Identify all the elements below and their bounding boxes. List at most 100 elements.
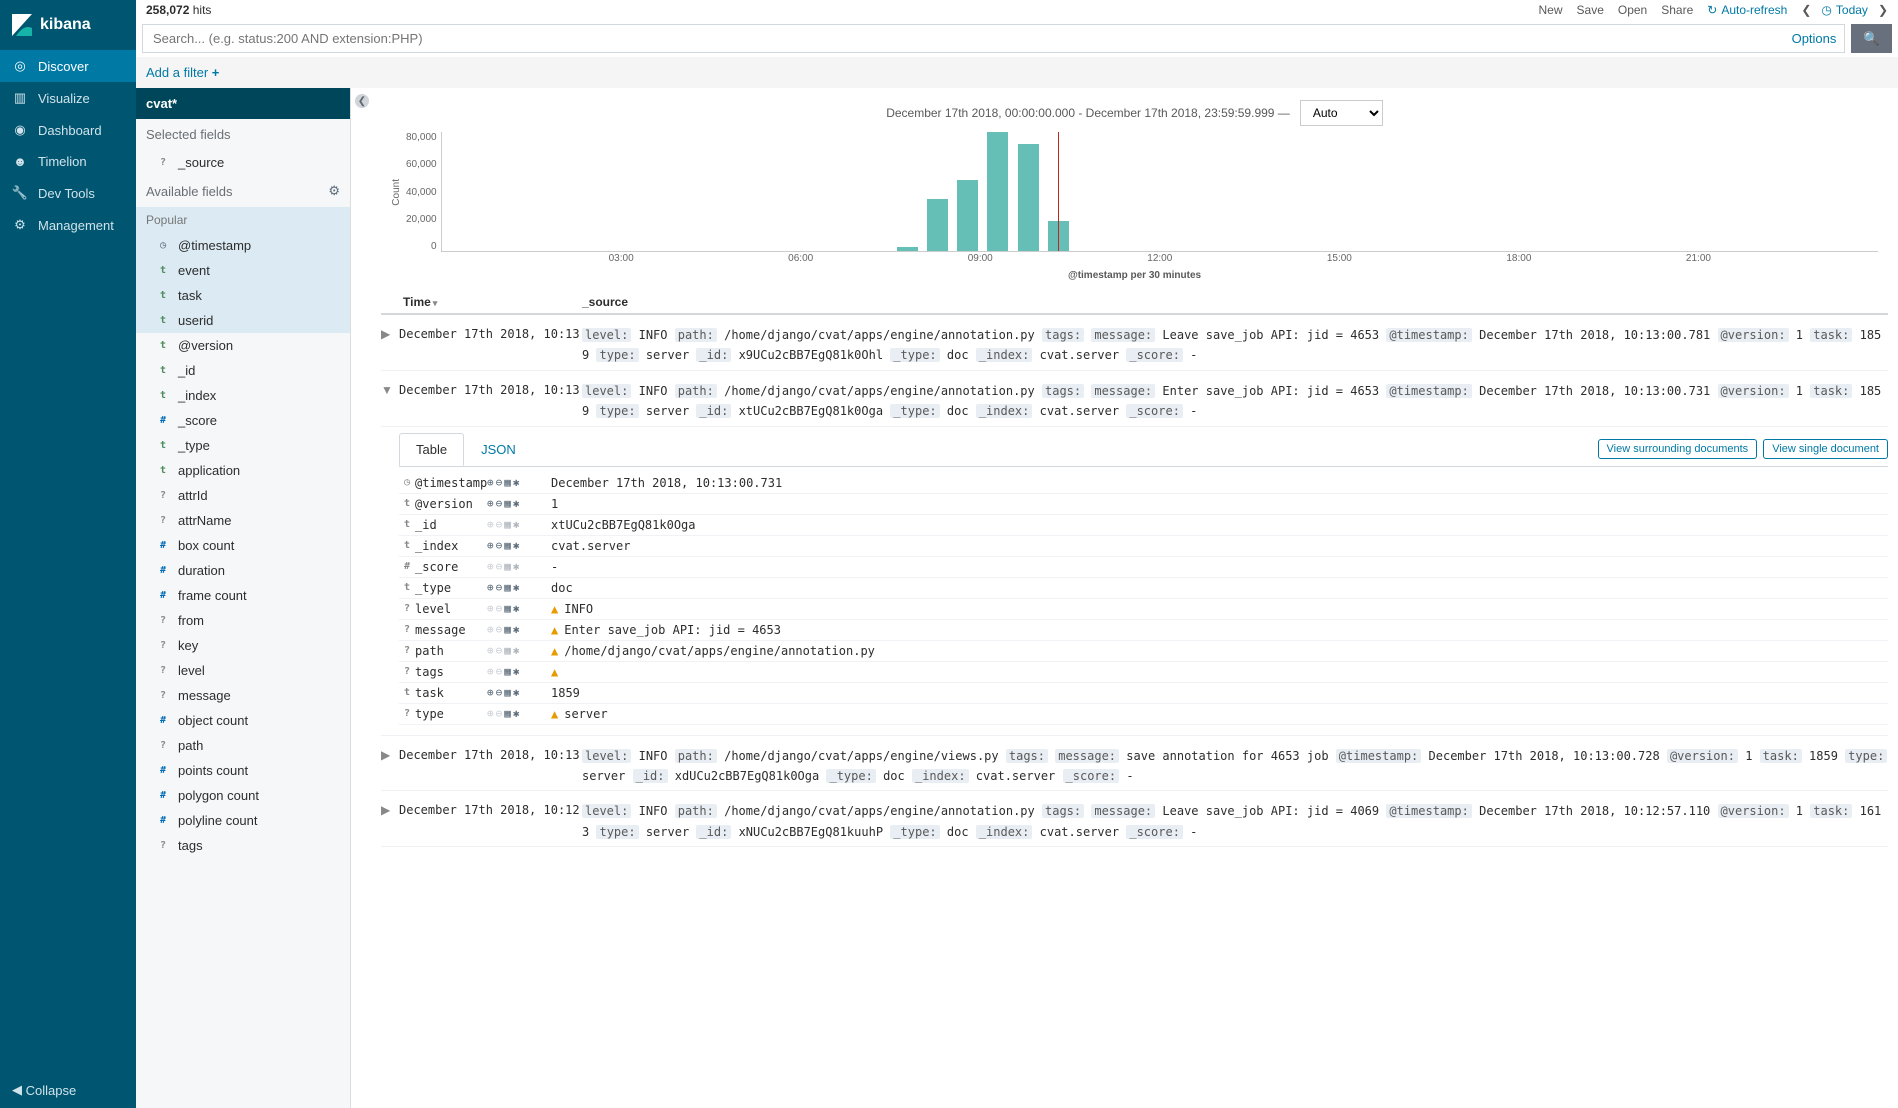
field--version[interactable]: t@version	[136, 333, 350, 358]
histogram-bar[interactable]	[957, 180, 978, 251]
top-share[interactable]: Share	[1661, 3, 1693, 17]
field-from[interactable]: ?from	[136, 608, 350, 633]
index-pattern-selector[interactable]: cvat*	[136, 88, 350, 119]
filter-in-icon[interactable]: ⊕	[487, 476, 494, 489]
field-duration[interactable]: #duration	[136, 558, 350, 583]
filter-in-icon[interactable]: ⊕	[487, 707, 494, 720]
exists-filter-icon[interactable]: ✱	[513, 497, 520, 510]
filter-in-icon[interactable]: ⊕	[487, 602, 494, 615]
filter-out-icon[interactable]: ⊖	[496, 623, 503, 636]
filter-out-icon[interactable]: ⊖	[496, 686, 503, 699]
field--id[interactable]: t_id	[136, 358, 350, 383]
expand-toggle[interactable]: ▶	[381, 325, 399, 341]
filter-out-icon[interactable]: ⊖	[496, 665, 503, 678]
field-message[interactable]: ?message	[136, 683, 350, 708]
field-userid[interactable]: tuserid	[136, 308, 350, 333]
filter-out-icon[interactable]: ⊖	[496, 518, 503, 531]
timepicker[interactable]: ◷Today	[1821, 3, 1868, 17]
field--type[interactable]: t_type	[136, 433, 350, 458]
field-object-count[interactable]: #object count	[136, 708, 350, 733]
toggle-column-icon[interactable]: ▦	[504, 560, 511, 573]
filter-out-icon[interactable]: ⊖	[496, 539, 503, 552]
search-submit[interactable]: 🔍	[1851, 24, 1892, 53]
interval-select[interactable]: Auto	[1300, 100, 1383, 126]
field-points-count[interactable]: #points count	[136, 758, 350, 783]
view-surrounding-button[interactable]: View surrounding documents	[1598, 439, 1758, 459]
toggle-column-icon[interactable]: ▦	[504, 665, 511, 678]
exists-filter-icon[interactable]: ✱	[513, 518, 520, 531]
filter-out-icon[interactable]: ⊖	[496, 476, 503, 489]
field-attrName[interactable]: ?attrName	[136, 508, 350, 533]
search-input[interactable]	[142, 24, 1784, 53]
exists-filter-icon[interactable]: ✱	[513, 560, 520, 573]
histogram-bar[interactable]	[897, 247, 918, 251]
nav-discover[interactable]: ◎Discover	[0, 50, 136, 82]
field-task[interactable]: ttask	[136, 283, 350, 308]
nav-timelion[interactable]: ☻Timelion	[0, 146, 136, 177]
filter-in-icon[interactable]: ⊕	[487, 623, 494, 636]
filter-in-icon[interactable]: ⊕	[487, 686, 494, 699]
filter-out-icon[interactable]: ⊖	[496, 602, 503, 615]
toggle-column-icon[interactable]: ▦	[504, 602, 511, 615]
filter-out-icon[interactable]: ⊖	[496, 644, 503, 657]
top-save[interactable]: Save	[1577, 3, 1604, 17]
filter-out-icon[interactable]: ⊖	[496, 707, 503, 720]
nav-management[interactable]: ⚙Management	[0, 209, 136, 241]
filter-in-icon[interactable]: ⊕	[487, 539, 494, 552]
exists-filter-icon[interactable]: ✱	[513, 476, 520, 489]
filter-in-icon[interactable]: ⊕	[487, 581, 494, 594]
toggle-column-icon[interactable]: ▦	[504, 707, 511, 720]
histogram-bar[interactable]	[1018, 144, 1039, 251]
col-time[interactable]: Time▾	[399, 295, 582, 309]
field-path[interactable]: ?path	[136, 733, 350, 758]
filter-out-icon[interactable]: ⊖	[496, 560, 503, 573]
field-polyline-count[interactable]: #polyline count	[136, 808, 350, 833]
nav-collapse[interactable]: ◀ Collapse	[0, 1072, 136, 1108]
filter-in-icon[interactable]: ⊕	[487, 560, 494, 573]
field-application[interactable]: tapplication	[136, 458, 350, 483]
field-level[interactable]: ?level	[136, 658, 350, 683]
field--source[interactable]: ?_source	[136, 150, 350, 175]
field-key[interactable]: ?key	[136, 633, 350, 658]
collapse-histogram-icon[interactable]: ❮	[355, 94, 369, 108]
view-single-button[interactable]: View single document	[1763, 439, 1888, 459]
histogram-bar[interactable]	[927, 199, 948, 251]
search-options[interactable]: Options	[1784, 24, 1846, 53]
field-event[interactable]: tevent	[136, 258, 350, 283]
expand-toggle[interactable]: ▶	[381, 801, 399, 817]
field-polygon-count[interactable]: #polygon count	[136, 783, 350, 808]
exists-filter-icon[interactable]: ✱	[513, 644, 520, 657]
toggle-column-icon[interactable]: ▦	[504, 476, 511, 489]
field--index[interactable]: t_index	[136, 383, 350, 408]
tab-json[interactable]: JSON	[464, 433, 533, 466]
filter-out-icon[interactable]: ⊖	[496, 497, 503, 510]
filter-in-icon[interactable]: ⊕	[487, 518, 494, 531]
nav-devtools[interactable]: 🔧Dev Tools	[0, 177, 136, 209]
exists-filter-icon[interactable]: ✱	[513, 602, 520, 615]
top-new[interactable]: New	[1539, 3, 1563, 17]
exists-filter-icon[interactable]: ✱	[513, 581, 520, 594]
field-box-count[interactable]: #box count	[136, 533, 350, 558]
expand-toggle[interactable]: ▶	[381, 746, 399, 762]
top-autorefresh[interactable]: ↻Auto-refresh	[1707, 3, 1787, 17]
fields-settings-icon[interactable]: ⚙	[328, 183, 340, 199]
exists-filter-icon[interactable]: ✱	[513, 686, 520, 699]
filter-in-icon[interactable]: ⊕	[487, 644, 494, 657]
expand-toggle[interactable]: ▼	[381, 381, 399, 397]
tab-table[interactable]: Table	[399, 433, 464, 466]
field-attrId[interactable]: ?attrId	[136, 483, 350, 508]
top-open[interactable]: Open	[1618, 3, 1647, 17]
field-tags[interactable]: ?tags	[136, 833, 350, 858]
nav-visualize[interactable]: ▥Visualize	[0, 82, 136, 114]
toggle-column-icon[interactable]: ▦	[504, 539, 511, 552]
time-next-icon[interactable]: ❯	[1878, 3, 1888, 17]
filter-in-icon[interactable]: ⊕	[487, 665, 494, 678]
add-filter-link[interactable]: Add a filter +	[146, 65, 219, 80]
exists-filter-icon[interactable]: ✱	[513, 665, 520, 678]
toggle-column-icon[interactable]: ▦	[504, 497, 511, 510]
field-frame-count[interactable]: #frame count	[136, 583, 350, 608]
toggle-column-icon[interactable]: ▦	[504, 686, 511, 699]
toggle-column-icon[interactable]: ▦	[504, 623, 511, 636]
exists-filter-icon[interactable]: ✱	[513, 539, 520, 552]
field--score[interactable]: #_score	[136, 408, 350, 433]
